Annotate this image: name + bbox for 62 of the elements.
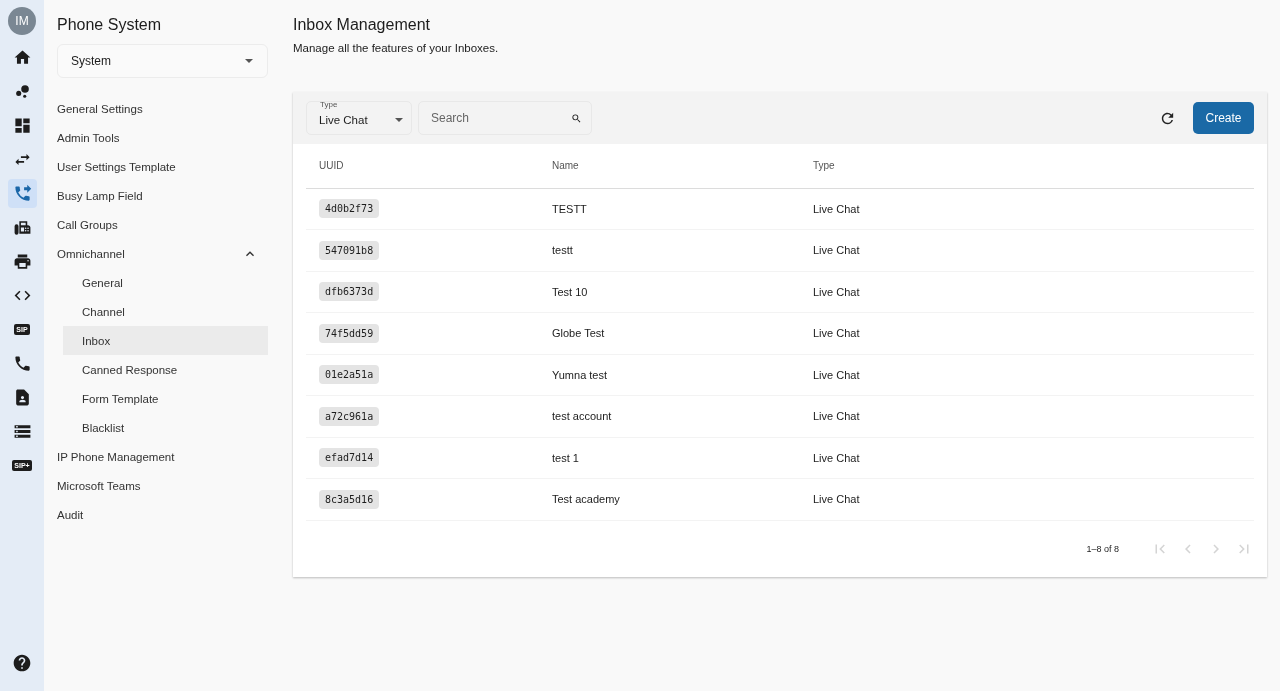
table-cell: Live Chat [800,478,1254,520]
table-cell: Live Chat [800,188,1254,230]
search-field[interactable]: Search [418,101,592,135]
column-header: UUID [306,144,539,188]
uuid-chip: 8c3a5d16 [319,489,380,509]
sidebar-item[interactable]: User Settings Template [57,152,268,181]
storage-icon [12,422,32,441]
phone-forward-icon [12,184,32,203]
column-header: Name [539,144,800,188]
dashboard-icon [12,116,32,135]
table-cell: Live Chat [800,312,1254,354]
uuid-chip: dfb6373d [319,282,380,302]
table-cell: Live Chat [800,354,1254,396]
sidebar-item[interactable]: Busy Lamp Field [57,181,268,210]
sidebar-item[interactable]: Omnichannel [57,239,268,268]
sidebar-title: Phone System [57,16,163,34]
sidebar-subitem[interactable]: Blacklist [63,413,268,442]
sidebar-item[interactable]: Audit [57,500,268,529]
table-cell: Globe Test [539,312,800,354]
help-icon[interactable] [12,653,32,673]
table-cell: testt [539,229,800,271]
table-cell: test account [539,395,800,437]
sidebar-subitem[interactable]: Form Template [63,384,268,413]
sidebar-item[interactable]: Microsoft Teams [57,471,268,500]
table-cell: Test academy [539,478,800,520]
search-icon [571,113,582,124]
sidebar-item[interactable]: General Settings [57,94,268,123]
uuid-chip: a72c961a [319,406,380,426]
table-cell: Yumna test [539,354,800,396]
sidebar-subitem[interactable]: Channel [63,297,268,326]
table-cell: test 1 [539,437,800,479]
uuid-chip: efad7d14 [319,448,380,468]
sidebar-item[interactable]: IP Phone Management [57,442,268,471]
pagination-range: 1–8 of 8 [1086,543,1119,554]
table-cell: Live Chat [800,229,1254,271]
sidebar-subitem[interactable]: General [63,268,268,297]
home-icon [12,48,32,67]
table-cell: TESTT [539,188,800,230]
create-button[interactable]: Create [1193,102,1254,134]
page-subtitle: Manage all the features of your Inboxes. [293,42,500,54]
fax-icon [12,218,32,237]
uuid-chip: 74f5dd59 [319,323,380,343]
table-cell: Live Chat [800,271,1254,313]
user-avatar[interactable]: IM [8,7,36,35]
printer-icon [12,252,32,271]
phone-icon [12,354,32,373]
table-cell: Test 10 [539,271,800,313]
type-select[interactable]: Type Live Chat [306,101,412,135]
sidebar-subitem[interactable]: Canned Response [63,355,268,384]
dropdown-caret-icon [245,59,253,63]
uuid-chip: 01e2a51a [319,365,380,385]
sidebar-item[interactable]: Call Groups [57,210,268,239]
column-header: Type [800,144,1254,188]
uuid-chip: 4d0b2f73 [319,199,380,219]
table-cell: Live Chat [800,395,1254,437]
sidebar-subitem[interactable]: Inbox [63,326,268,355]
table-cell: Live Chat [800,437,1254,479]
uuid-chip: 547091b8 [319,240,380,260]
page-title: Inbox Management [293,16,431,34]
dropdown-caret-icon [395,118,403,122]
sidebar-item[interactable]: Admin Tools [57,123,268,152]
system-select[interactable]: System [57,44,268,78]
